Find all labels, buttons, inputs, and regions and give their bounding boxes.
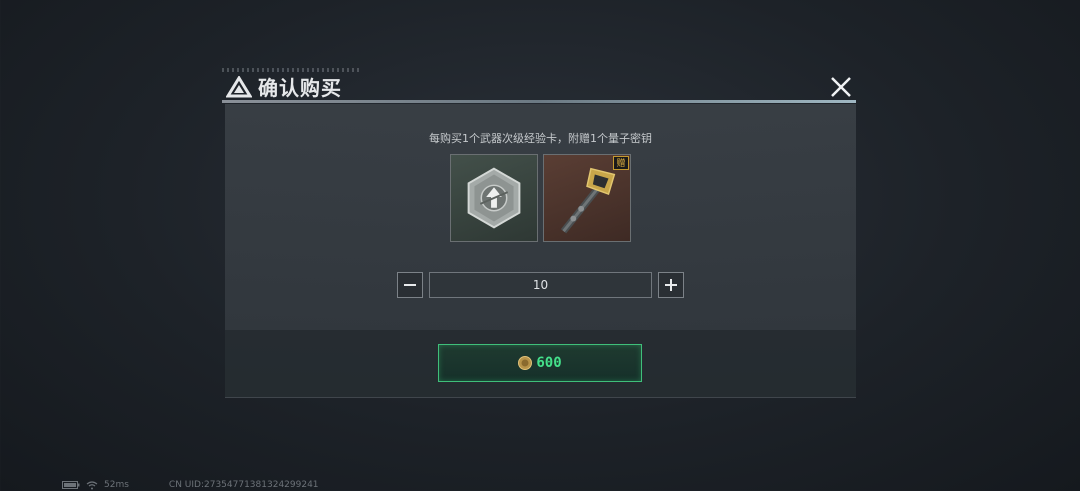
header-divider — [222, 100, 856, 103]
increase-button[interactable] — [658, 272, 684, 298]
gift-badge: 赠 — [613, 156, 629, 170]
minus-icon — [404, 284, 416, 286]
purchase-notice: 每购买1个武器次级经验卡，附赠1个量子密钥 — [429, 132, 652, 145]
coin-icon — [518, 356, 533, 370]
item-card-exp[interactable] — [450, 154, 538, 242]
title-group: 确认购买 — [226, 72, 342, 101]
dialog-title: 确认购买 — [258, 76, 342, 100]
buy-button[interactable]: 600 — [438, 344, 642, 382]
latency-label: 52ms — [104, 480, 129, 490]
item-card-key[interactable]: 赠 — [543, 154, 631, 242]
status-bar: 52ms CN UID:27354771381324299241 — [62, 479, 319, 491]
wifi-icon — [86, 480, 98, 489]
triangle-logo-icon — [226, 75, 252, 97]
price-label: 600 — [536, 355, 562, 371]
uid-label: CN UID:27354771381324299241 — [168, 480, 319, 490]
plus-icon — [665, 279, 677, 291]
battery-icon — [62, 481, 80, 489]
decrease-button[interactable] — [397, 272, 423, 298]
close-button[interactable] — [826, 74, 856, 100]
dialog-header: 确认购买 — [222, 68, 856, 104]
purchase-dialog: 每购买1个武器次级经验卡，附赠1个量子密钥 赠 10 600 — [225, 104, 856, 398]
close-icon — [831, 77, 851, 97]
quantity-input[interactable]: 10 — [429, 272, 652, 298]
exp-card-icon — [467, 167, 521, 229]
